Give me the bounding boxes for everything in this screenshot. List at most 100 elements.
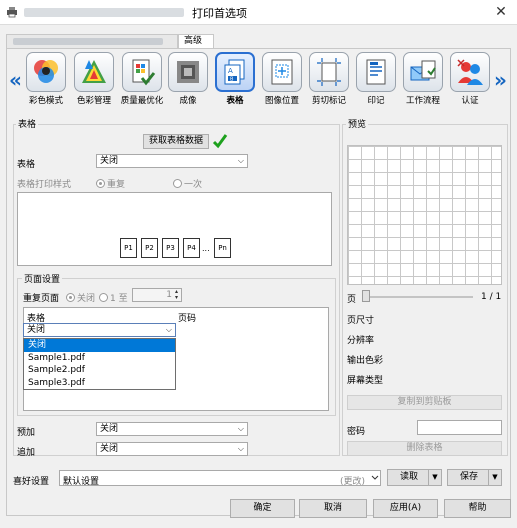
- nav-item-image-position[interactable]: 图像位置: [258, 52, 306, 106]
- read-button[interactable]: 读取 ▼: [387, 469, 442, 486]
- repeat-off-radio[interactable]: 关闭: [66, 291, 95, 304]
- favorites-value: 默认设置: [63, 477, 100, 487]
- dropdown-option[interactable]: 关闭: [24, 339, 175, 352]
- nav-item-workflow[interactable]: 工作流程: [399, 52, 447, 106]
- chevron-down-icon: ⌵: [237, 444, 244, 453]
- nav-item-quality-optimize[interactable]: 质量最优化: [118, 52, 166, 106]
- copy-to-clipboard-button[interactable]: 复制到剪贴板: [347, 395, 502, 410]
- repeat-range-radio[interactable]: 1 至: [99, 291, 128, 304]
- repeat-page-label: 重复页面: [23, 294, 60, 304]
- page-p1: P1: [120, 238, 137, 258]
- resolution-label: 分辨率: [347, 336, 375, 346]
- form-section-title: 表格: [16, 117, 39, 130]
- color-mode-icon: [26, 52, 66, 92]
- style-repeat-label: 重复: [107, 180, 126, 190]
- tab-strip: 高级: [6, 34, 511, 48]
- favorites-select[interactable]: [59, 470, 381, 486]
- nav-item-form[interactable]: AB 表格: [211, 52, 259, 106]
- save-menu-arrow-icon[interactable]: ▼: [488, 470, 501, 485]
- printer-name-redacted: [24, 8, 184, 17]
- page-settings-title: 页面设置: [22, 272, 63, 285]
- ok-button[interactable]: 确定: [230, 499, 295, 518]
- form-select[interactable]: 关闭 ⌵: [96, 154, 248, 168]
- page-size-label: 页尺寸: [347, 316, 375, 326]
- check-icon: [212, 134, 228, 149]
- form-icon: AB: [215, 52, 255, 92]
- save-button[interactable]: 保存 ▼: [447, 469, 502, 486]
- repeat-range-stepper[interactable]: 1 ▴ ▾: [132, 288, 182, 302]
- delete-form-button[interactable]: 删除表格: [347, 441, 502, 456]
- col-header-page: 页码: [178, 314, 197, 324]
- svg-text:B: B: [230, 77, 234, 83]
- scroll-left-arrow[interactable]: «: [9, 68, 22, 92]
- nav-item-color-mode[interactable]: 彩色模式: [22, 52, 70, 106]
- repeat-range-to: 至: [118, 294, 128, 304]
- preview-grid: [347, 145, 502, 285]
- nav-item-crop-marks[interactable]: 剪切标记: [305, 52, 353, 106]
- window-title: 打印首选项: [192, 7, 247, 20]
- password-input[interactable]: [417, 420, 502, 435]
- style-once-label: 一次: [184, 180, 203, 190]
- dropdown-option[interactable]: Sample3.pdf: [24, 377, 175, 390]
- close-button[interactable]: ✕: [490, 2, 512, 22]
- dropdown-option[interactable]: Sample1.pdf: [24, 352, 175, 365]
- save-button-label: 保存: [460, 472, 479, 482]
- preadd-select[interactable]: 关闭 ⌵: [96, 422, 248, 436]
- nav-item-label: 质量最优化: [120, 96, 164, 106]
- page-p2: P2: [141, 238, 158, 258]
- page-count: 1 / 1: [481, 292, 502, 302]
- nav-item-label: 工作流程: [405, 96, 440, 106]
- quality-optimize-icon: [122, 52, 162, 92]
- append-label: 追加: [17, 448, 36, 458]
- svg-text:A: A: [228, 67, 233, 75]
- page-slider-thumb[interactable]: [362, 290, 370, 302]
- nav-item-stamp[interactable]: 印记: [352, 52, 400, 106]
- stepper-value: 1: [166, 290, 172, 300]
- tab-model[interactable]: [6, 34, 178, 48]
- style-once-radio[interactable]: 一次: [173, 177, 202, 190]
- page-p4: P4: [183, 238, 200, 258]
- stamp-icon: [356, 52, 396, 92]
- print-style-label: 表格打印样式: [17, 180, 72, 190]
- get-form-data-button[interactable]: 获取表格数据: [143, 134, 209, 149]
- preadd-label: 预加: [17, 428, 36, 438]
- form-select-value: 关闭: [100, 156, 119, 166]
- nav-item-authentication[interactable]: 认证: [446, 52, 494, 106]
- nav-item-label: 彩色模式: [28, 96, 63, 106]
- scroll-right-arrow[interactable]: »: [494, 68, 507, 92]
- preview-title: 预览: [346, 117, 369, 130]
- repeat-range-start: 1: [110, 294, 116, 304]
- radio-icon: [96, 179, 105, 188]
- nav-item-imaging[interactable]: 成像: [164, 52, 212, 106]
- nav-item-label: 剪切标记: [311, 96, 346, 106]
- tab-advanced[interactable]: 高级: [178, 34, 214, 48]
- workflow-icon: [403, 52, 443, 92]
- chevron-down-icon: ⌵: [165, 325, 172, 334]
- title-bar: 打印首选项 ✕: [0, 0, 517, 25]
- nav-item-label: 图像位置: [264, 96, 299, 106]
- page-p3: P3: [162, 238, 179, 258]
- cancel-button[interactable]: 取消: [299, 499, 367, 518]
- chevron-down-icon: ⌵: [237, 156, 244, 165]
- page-pn: Pn: [214, 238, 231, 258]
- style-repeat-radio[interactable]: 重复: [96, 177, 125, 190]
- read-menu-arrow-icon[interactable]: ▼: [428, 470, 441, 485]
- preadd-select-value: 关闭: [100, 424, 119, 434]
- nav-item-color-management[interactable]: 色彩管理: [70, 52, 118, 106]
- chevron-down-icon: ⌵: [237, 424, 244, 433]
- nav-item-label: 色彩管理: [76, 96, 111, 106]
- apply-button[interactable]: 应用(A): [373, 499, 438, 518]
- dropdown-option[interactable]: Sample2.pdf: [24, 364, 175, 377]
- crop-marks-icon: [309, 52, 349, 92]
- screen-type-label: 屏幕类型: [347, 376, 384, 386]
- append-select-value: 关闭: [100, 444, 119, 454]
- page-ellipsis: ...: [202, 244, 210, 253]
- append-select[interactable]: 关闭 ⌵: [96, 442, 248, 456]
- imaging-icon: [168, 52, 208, 92]
- nav-item-label: 认证: [461, 96, 479, 106]
- page-slider-track: [365, 296, 473, 298]
- help-button[interactable]: 帮助: [444, 499, 511, 518]
- radio-icon: [99, 293, 108, 302]
- read-button-label: 读取: [400, 472, 419, 482]
- table-form-select[interactable]: 关闭 ⌵: [23, 323, 176, 337]
